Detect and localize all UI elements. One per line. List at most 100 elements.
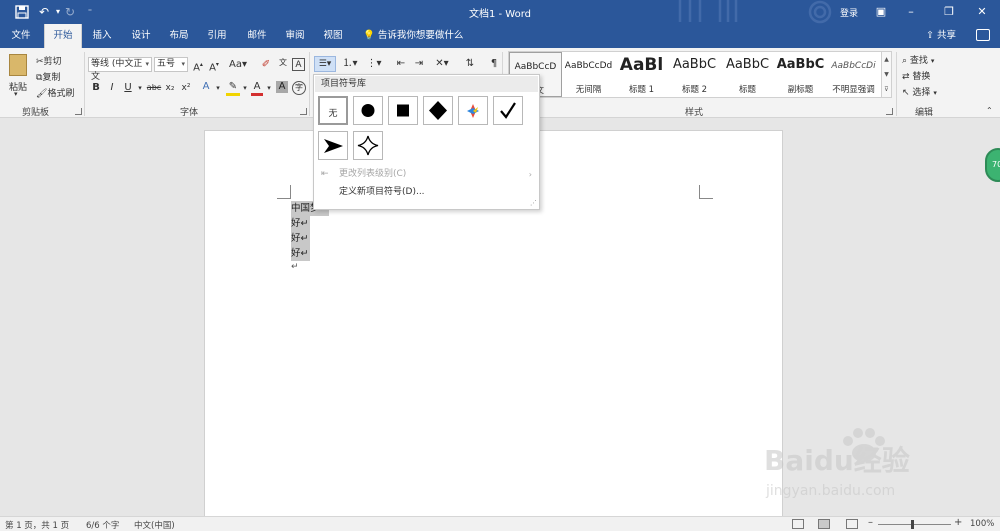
tab-home[interactable]: 开始 — [44, 24, 82, 48]
document-line-text: 好 — [291, 233, 301, 244]
styles-launcher-icon[interactable] — [886, 108, 893, 115]
minimize-icon[interactable]: – — [896, 0, 926, 24]
language-indicator[interactable]: 中文(中国) — [134, 519, 175, 531]
print-layout-icon[interactable] — [818, 519, 830, 529]
style-item-title[interactable]: AaBbC 标题 — [721, 52, 774, 97]
grow-font-icon[interactable]: A▴ — [192, 59, 204, 74]
font-name-select[interactable]: 等线 (中文正文 ▾ — [88, 57, 152, 82]
change-case-icon[interactable]: Aa▾ — [228, 59, 248, 71]
tab-mailings[interactable]: 邮件 — [240, 24, 274, 48]
tab-review[interactable]: 审阅 — [278, 24, 312, 48]
replace-button[interactable]: ⇄ 替换 — [902, 69, 930, 82]
close-icon[interactable]: ✕ — [967, 0, 997, 24]
zoom-slider[interactable] — [878, 524, 951, 525]
bullet-colorful-option[interactable] — [458, 96, 488, 125]
text-effects-dropdown-icon[interactable]: ▾ — [214, 82, 222, 94]
clear-formatting-icon[interactable]: ✐ — [260, 59, 272, 71]
paste-dropdown-icon[interactable]: ▾ — [14, 90, 18, 98]
font-size-select[interactable]: 五号 ▾ — [154, 57, 188, 72]
document-line[interactable]: 好↵ — [291, 246, 311, 261]
tell-me-search[interactable]: 💡 告诉我你想要做什么 — [363, 24, 463, 48]
subscript-icon[interactable]: x₂ — [164, 82, 176, 94]
tab-insert[interactable]: 插入 — [86, 24, 118, 48]
style-item-subtle-emphasis[interactable]: AaBbCcDi 不明显强调 — [827, 52, 880, 97]
font-launcher-icon[interactable] — [300, 108, 307, 115]
paste-button[interactable]: 粘贴 — [9, 80, 27, 93]
zoom-slider-thumb[interactable] — [911, 520, 914, 529]
read-mode-icon[interactable] — [792, 519, 804, 529]
zoom-level[interactable]: 100% — [970, 519, 994, 529]
share-button[interactable]: ⇪ 共享 — [926, 24, 956, 48]
text-effects-icon[interactable]: A — [200, 81, 212, 93]
bullet-arrowhead-option[interactable] — [318, 131, 348, 160]
highlight-dropdown-icon[interactable]: ▾ — [241, 82, 249, 94]
collapse-ribbon-icon[interactable]: ⌃ — [986, 106, 993, 115]
floating-badge[interactable]: 70 — [985, 148, 1000, 182]
enclose-characters-icon[interactable]: 字 — [292, 81, 306, 95]
tab-file[interactable]: 文件 — [4, 24, 38, 48]
paste-icon[interactable] — [9, 54, 27, 76]
ribbon-display-options-icon[interactable]: ▣ — [866, 0, 896, 24]
multilevel-list-icon[interactable]: ⋮▾ — [364, 58, 384, 70]
clipboard-launcher-icon[interactable] — [75, 108, 82, 115]
maximize-icon[interactable]: ❐ — [934, 0, 964, 24]
scroll-down-icon[interactable]: ▼ — [882, 67, 891, 82]
web-layout-icon[interactable] — [846, 519, 858, 529]
bullet-diamond-option[interactable] — [423, 96, 453, 125]
italic-icon[interactable]: I — [107, 82, 117, 94]
style-item-subtitle[interactable]: AaBbC 副标题 — [774, 52, 827, 97]
numbering-icon[interactable]: ⒈▾ — [340, 58, 360, 70]
style-sample: AaBbCcDd — [564, 61, 613, 71]
styles-scroll[interactable]: ▲ ▼ ⊽ — [882, 51, 892, 98]
show-marks-icon[interactable]: ¶ — [488, 58, 500, 70]
underline-dropdown-icon[interactable]: ▾ — [136, 82, 144, 94]
style-item-heading-1[interactable]: AaBl 标题 1 — [615, 52, 668, 97]
comment-icon[interactable] — [976, 29, 990, 41]
chinese-layout-icon[interactable]: ✕▾ — [432, 58, 452, 70]
superscript-icon[interactable]: x² — [180, 82, 192, 94]
zoom-out-icon[interactable]: – — [868, 517, 873, 528]
scroll-up-icon[interactable]: ▲ — [882, 52, 891, 67]
document-line[interactable]: 好↵ — [291, 231, 311, 246]
bullet-filled-circle-option[interactable] — [353, 96, 383, 125]
bullet-checkmark-option[interactable] — [493, 96, 523, 125]
copy-button[interactable]: ⧉复制 — [36, 70, 60, 83]
document-line-text: 好 — [291, 248, 301, 259]
select-button[interactable]: ↖ 选择 ▾ — [902, 85, 937, 98]
strikethrough-icon[interactable]: abc — [146, 82, 162, 94]
highlight-icon[interactable]: ✎ — [226, 81, 240, 96]
bullets-button[interactable]: ☰▾ — [314, 56, 336, 72]
character-shading-icon[interactable]: A — [276, 81, 288, 93]
tab-references[interactable]: 引用 — [200, 24, 234, 48]
bullet-four-point-star-option[interactable] — [353, 131, 383, 160]
document-line[interactable]: 好↵ — [291, 216, 311, 231]
phonetic-guide-icon[interactable]: 文 — [276, 57, 290, 69]
more-styles-icon[interactable]: ⊽ — [882, 82, 891, 97]
underline-icon[interactable]: U — [123, 82, 133, 94]
increase-indent-icon[interactable]: ⇥ — [412, 58, 426, 70]
tab-layout[interactable]: 布局 — [162, 24, 196, 48]
bullet-filled-square-option[interactable] — [388, 96, 418, 125]
sort-icon[interactable]: ⇅ — [464, 58, 476, 70]
bullet-none-option[interactable]: 无 — [318, 96, 348, 125]
font-color-dropdown-icon[interactable]: ▾ — [265, 82, 273, 94]
cut-button[interactable]: ✂剪切 — [36, 54, 62, 67]
style-item-no-spacing[interactable]: AaBbCcDd 无间隔 — [562, 52, 615, 97]
resize-grip-icon[interactable]: ⋰ — [530, 199, 537, 207]
word-count[interactable]: 6/6 个字 — [86, 519, 119, 531]
find-button[interactable]: ⌕ 查找 ▾ — [902, 53, 934, 66]
tab-view[interactable]: 视图 — [316, 24, 350, 48]
character-border-icon[interactable]: A — [292, 58, 305, 71]
decrease-indent-icon[interactable]: ⇤ — [394, 58, 408, 70]
sign-in-link[interactable]: 登录 — [840, 6, 858, 19]
define-new-bullet-item[interactable]: 定义新项目符号(D)... — [315, 184, 538, 201]
font-color-icon[interactable]: A — [251, 81, 263, 96]
tab-design[interactable]: 设计 — [124, 24, 158, 48]
change-list-level-item[interactable]: ⇤ 更改列表级别(C) › — [315, 166, 538, 183]
bold-icon[interactable]: B — [91, 82, 101, 94]
zoom-in-icon[interactable]: + — [954, 517, 962, 528]
format-painter-button[interactable]: 🖌格式刷 — [36, 86, 74, 99]
page-count[interactable]: 第 1 页，共 1 页 — [5, 519, 69, 531]
shrink-font-icon[interactable]: A▾ — [208, 59, 220, 74]
style-item-heading-2[interactable]: AaBbC 标题 2 — [668, 52, 721, 97]
